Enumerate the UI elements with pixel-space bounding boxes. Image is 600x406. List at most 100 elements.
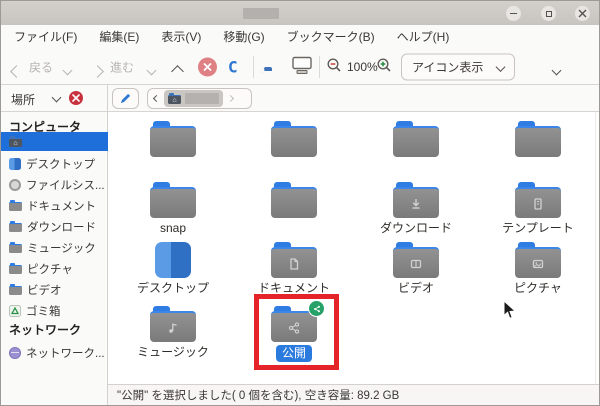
up-icon[interactable] bbox=[171, 64, 184, 78]
sidebar-item-label: ゴミ箱 bbox=[26, 305, 61, 318]
folder-view[interactable]: snap ダウンロード テンプレート デスクトップ ドキュメント ビデオ ピクチ… bbox=[108, 112, 599, 384]
stop-button[interactable] bbox=[198, 57, 217, 76]
folder-item-snap[interactable]: snap bbox=[123, 182, 223, 236]
home-folder-icon: ⌂ bbox=[9, 136, 22, 147]
zoom-level: 100% bbox=[347, 59, 378, 74]
back-history-chevron-icon[interactable] bbox=[62, 65, 73, 75]
titlebar[interactable] bbox=[1, 1, 599, 25]
sidebar-item-pictures[interactable]: ピクチャ bbox=[1, 259, 108, 278]
toolbar-separator bbox=[319, 55, 320, 78]
zoom-out-icon bbox=[327, 57, 341, 72]
computer-icon bbox=[292, 56, 312, 74]
sidebar-item-label: デスクトップ bbox=[26, 158, 95, 171]
folder-label: ピクチャ bbox=[514, 281, 562, 295]
sidebar-item-network[interactable]: ネットワーク... bbox=[1, 343, 108, 362]
minimize-button[interactable] bbox=[506, 6, 521, 21]
menu-view[interactable]: 表示(V) bbox=[150, 25, 212, 49]
scrollbar-track[interactable] bbox=[595, 112, 596, 384]
pencil-icon bbox=[120, 93, 131, 104]
folder-label: ビデオ bbox=[397, 281, 434, 295]
places-close-button[interactable] bbox=[69, 91, 83, 105]
mouse-cursor bbox=[503, 300, 517, 319]
folder-item-videos[interactable]: ビデオ bbox=[366, 242, 466, 296]
window-title-redacted bbox=[243, 8, 279, 19]
folder-label: ミュージック bbox=[137, 345, 209, 359]
view-mode-label: アイコン表示 bbox=[412, 60, 484, 74]
home-folder-icon: ⌂ bbox=[168, 93, 181, 104]
folder-item[interactable] bbox=[244, 121, 344, 175]
folder-icon bbox=[271, 121, 317, 157]
folder-item-desktop[interactable]: デスクトップ bbox=[123, 242, 223, 296]
folder-item[interactable] bbox=[488, 121, 588, 175]
breadcrumb-name-redacted bbox=[185, 93, 219, 104]
sidebar-item-music[interactable]: ミュージック bbox=[1, 238, 108, 257]
sidebar-item-desktop[interactable]: デスクトップ bbox=[1, 154, 108, 173]
places-label: 場所 bbox=[11, 93, 36, 107]
forward-button[interactable]: 進む bbox=[110, 58, 134, 75]
menu-bookmarks[interactable]: ブックマーク(B) bbox=[276, 25, 386, 49]
folder-icon bbox=[150, 182, 196, 218]
forward-history-chevron-icon[interactable] bbox=[146, 65, 157, 75]
trash-icon bbox=[9, 304, 21, 317]
folder-icon bbox=[9, 221, 22, 232]
forward-icon[interactable] bbox=[91, 64, 104, 78]
folder-icon bbox=[393, 242, 439, 278]
chevron-down-icon bbox=[495, 61, 506, 72]
places-chevron-icon[interactable] bbox=[51, 92, 62, 103]
folder-icon bbox=[393, 182, 439, 218]
zoom-out-button[interactable] bbox=[326, 57, 343, 77]
folder-item-music[interactable]: ミュージック bbox=[123, 306, 223, 360]
disk-icon bbox=[9, 178, 21, 191]
folder-item[interactable] bbox=[123, 121, 223, 175]
folder-item-documents[interactable]: ドキュメント bbox=[244, 242, 344, 296]
sidebar-item-label: ドキュメント bbox=[27, 200, 96, 213]
folder-label bbox=[366, 160, 466, 175]
back-button[interactable]: 戻る bbox=[29, 58, 53, 75]
folder-label: snap bbox=[159, 221, 187, 235]
sidebar-item-home[interactable]: ⌂ bbox=[1, 132, 108, 151]
menu-go[interactable]: 移動(G) bbox=[212, 25, 275, 49]
maximize-button[interactable] bbox=[541, 6, 556, 21]
statusbar: "公開" を選択しました( 0 個を含む), 空き容量: 89.2 GB bbox=[108, 384, 599, 405]
sidebar-item-filesystem[interactable]: ファイルシス... bbox=[1, 175, 108, 194]
back-icon[interactable] bbox=[10, 64, 23, 78]
edit-location-button[interactable] bbox=[112, 88, 139, 109]
folder-icon bbox=[515, 121, 561, 157]
sidebar-item-label: ダウンロード bbox=[27, 221, 96, 234]
view-mode-select[interactable]: アイコン表示 bbox=[401, 53, 516, 80]
toolbar-overflow-chevron-icon[interactable] bbox=[551, 65, 562, 75]
close-button[interactable] bbox=[575, 6, 590, 21]
desktop-icon bbox=[9, 157, 21, 170]
folder-icon bbox=[515, 182, 561, 218]
sidebar-item-label: ファイルシス... bbox=[26, 179, 105, 192]
folder-item-templates[interactable]: テンプレート bbox=[488, 182, 588, 236]
breadcrumb[interactable]: ⌂ bbox=[147, 88, 252, 109]
menubar: ファイル(F) 編集(E) 表示(V) 移動(G) ブックマーク(B) ヘルプ(… bbox=[1, 25, 599, 49]
menu-help[interactable]: ヘルプ(H) bbox=[386, 25, 461, 49]
zoom-in-icon bbox=[377, 57, 391, 72]
folder-item-pictures[interactable]: ピクチャ bbox=[488, 242, 588, 296]
breadcrumb-back-chevron-icon[interactable] bbox=[152, 94, 161, 103]
reload-icon[interactable]: C bbox=[228, 57, 238, 76]
picture-emblem-icon bbox=[532, 259, 544, 268]
folder-label bbox=[123, 160, 223, 175]
breadcrumb-forward-chevron-icon[interactable] bbox=[226, 94, 235, 103]
sidebar-item-trash[interactable]: ゴミ箱 bbox=[1, 301, 108, 320]
menu-file[interactable]: ファイル(F) bbox=[3, 25, 88, 49]
folder-label bbox=[244, 221, 344, 236]
sidebar-item-documents[interactable]: ドキュメント bbox=[1, 196, 108, 215]
menu-edit[interactable]: 編集(E) bbox=[88, 25, 150, 49]
folder-item[interactable] bbox=[244, 182, 344, 236]
folder-icon bbox=[9, 242, 22, 253]
breadcrumb-home-crumb[interactable]: ⌂ bbox=[164, 90, 223, 107]
toolbar: 戻る 進む C ⌂ 100% アイコン表示 bbox=[1, 49, 599, 85]
folder-item-downloads[interactable]: ダウンロード bbox=[366, 182, 466, 236]
sidebar-item-videos[interactable]: ビデオ bbox=[1, 280, 108, 299]
status-text: "公開" を選択しました( 0 個を含む), 空き容量: 89.2 GB bbox=[117, 390, 400, 402]
sidebar-item-downloads[interactable]: ダウンロード bbox=[1, 217, 108, 236]
folder-item[interactable] bbox=[366, 121, 466, 175]
sidebar-item-label: ミュージック bbox=[27, 242, 96, 255]
computer-button[interactable] bbox=[291, 56, 313, 77]
zoom-in-button[interactable] bbox=[376, 57, 393, 77]
document-emblem-icon bbox=[290, 257, 299, 270]
